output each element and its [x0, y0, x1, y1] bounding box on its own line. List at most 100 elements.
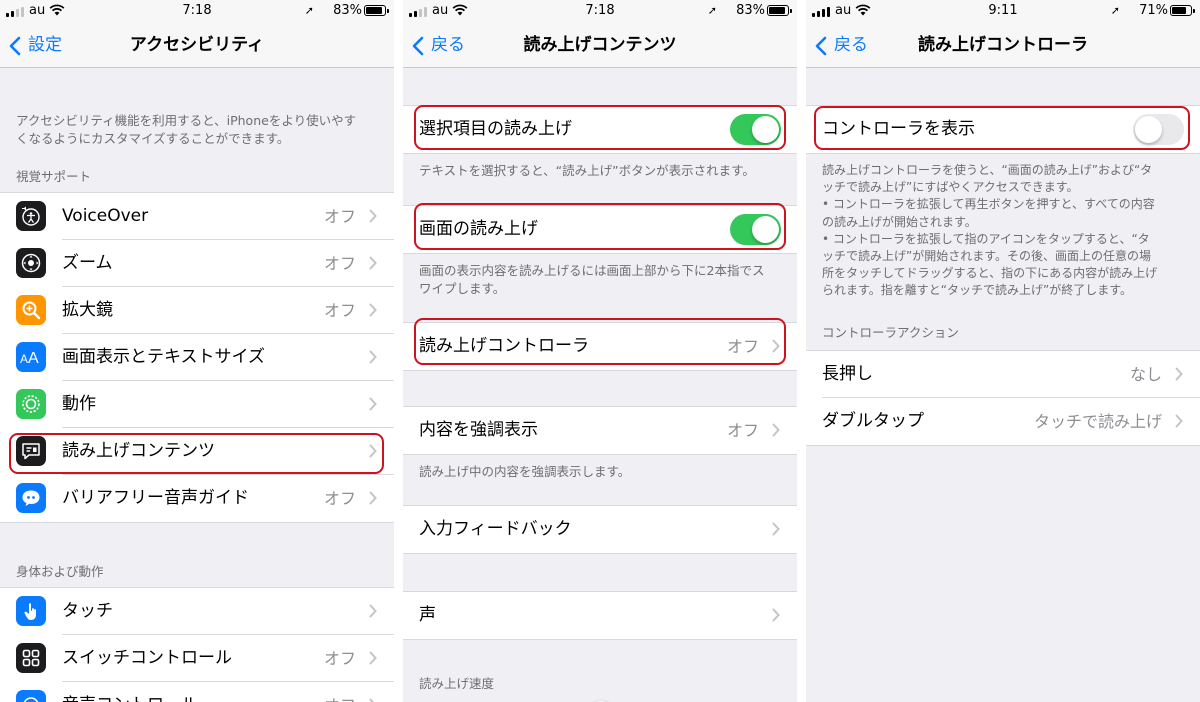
row-label: 声 — [419, 605, 436, 625]
footer-line: 読み上げコントローラを使うと、“画面の読み上げ”および“タ — [822, 163, 1153, 177]
row-long-press[interactable]: 長押し なし — [806, 351, 1200, 398]
chevron-right-icon — [1175, 367, 1183, 381]
svg-text:A: A — [20, 352, 28, 366]
chevron-left-icon — [815, 36, 827, 56]
chevron-right-icon — [369, 397, 377, 411]
show-controller-toggle[interactable] — [1133, 114, 1184, 145]
location-icon: ➚ — [707, 4, 717, 17]
spoken-content-screen: au 7:18 ➚ 83% 戻る 読み上げコンテンツ 選択項目の読み上げ テキス… — [403, 0, 797, 702]
controller-footer: 読み上げコントローラを使うと、“画面の読み上げ”および“タ ッチで読み上げ”にす… — [806, 154, 1200, 324]
row-double-tap[interactable]: ダブルタップ タッチで読み上げ — [806, 398, 1200, 445]
row-label: コントローラを表示 — [822, 119, 975, 139]
speak-selection-footer: テキストを選択すると、“読み上げ”ボタンが表示されます。 — [419, 163, 755, 178]
chevron-right-icon — [369, 350, 377, 364]
row-value: オフ — [726, 421, 759, 440]
back-button[interactable]: 戻る — [814, 33, 868, 57]
row-speech-controller[interactable]: 読み上げコントローラ オフ — [403, 323, 797, 370]
intro-text: アクセシビリティ機能を利用すると、iPhoneをより使いやすくなるようにカスタマ… — [16, 113, 357, 146]
svg-text:A: A — [28, 350, 39, 367]
row-highlight-content[interactable]: 内容を強調表示 オフ — [403, 407, 797, 454]
row-value: オフ — [323, 489, 356, 508]
row-magnifier[interactable]: 拡大鏡 オフ — [0, 287, 394, 334]
chevron-right-icon — [772, 522, 780, 536]
footer-line: の読み上げが開始されます。 — [822, 214, 977, 229]
zoom-icon — [16, 248, 46, 278]
back-label: 戻る — [431, 35, 465, 55]
chevron-right-icon — [772, 608, 780, 622]
navigation-bar: 戻る 読み上げコントローラ — [806, 22, 1200, 68]
battery-icon — [767, 5, 792, 16]
chevron-left-icon — [412, 36, 424, 56]
row-label: スイッチコントロール — [62, 648, 232, 668]
row-value: オフ — [323, 207, 356, 226]
row-typing-feedback[interactable]: 入力フィードバック — [403, 506, 797, 553]
status-bar: au 7:18 ➚ 83% — [403, 0, 797, 22]
row-speak-screen: 画面の読み上げ — [403, 206, 797, 253]
battery-percent: 71% — [1139, 3, 1168, 18]
status-bar: au 9:11 ➚ 71% — [806, 0, 1200, 22]
row-display-text-size[interactable]: AA 画面表示とテキストサイズ — [0, 334, 394, 381]
row-label: タッチ — [62, 601, 113, 621]
chevron-right-icon — [369, 256, 377, 270]
battery-percent: 83% — [736, 3, 765, 18]
row-value: オフ — [726, 337, 759, 356]
row-voice-control[interactable]: 音声コントロール オフ — [0, 682, 394, 702]
navigation-bar: 戻る 読み上げコンテンツ — [403, 22, 797, 68]
navigation-bar: 設定 アクセシビリティ — [0, 22, 394, 68]
section-header-speaking-rate: 読み上げ速度 — [419, 676, 495, 691]
row-voices[interactable]: 声 — [403, 592, 797, 639]
row-value: オフ — [324, 695, 356, 702]
row-label: 画面の読み上げ — [419, 219, 538, 239]
row-label: 読み上げコンテンツ — [62, 441, 215, 461]
highlight-footer: 読み上げ中の内容を強調表示します。 — [419, 464, 631, 479]
back-label: 戻る — [834, 35, 868, 55]
status-bar: au 7:18 ➚ 83% — [0, 0, 394, 22]
row-label: 入力フィードバック — [419, 519, 572, 539]
row-label: 動作 — [62, 394, 96, 414]
footer-line: ッチで読み上げ”が開始されます。その後、画面上の任意の場 — [822, 249, 1152, 264]
chevron-right-icon — [1175, 414, 1183, 428]
row-voiceover[interactable]: VoiceOver オフ — [0, 193, 394, 240]
spoken-content-icon — [16, 436, 46, 466]
footer-line: 所をタッチしてドラッグすると、指の下にある内容が読み上げ — [822, 266, 1158, 281]
magnifier-icon — [16, 295, 46, 325]
chevron-right-icon — [772, 423, 780, 437]
chevron-right-icon — [369, 698, 375, 702]
touch-icon — [16, 596, 46, 626]
speak-selection-toggle[interactable] — [730, 114, 781, 145]
back-label: 設定 — [28, 35, 62, 55]
row-spoken-content[interactable]: 読み上げコンテンツ — [0, 428, 394, 475]
row-audio-descriptions[interactable]: バリアフリー音声ガイド オフ — [0, 475, 394, 522]
section-header-physical: 身体および動作 — [16, 564, 104, 579]
accessibility-screen: au 7:18 ➚ 83% 設定 アクセシビリティ アクセシビリティ機能を利用す… — [0, 0, 394, 702]
motion-icon — [16, 389, 46, 419]
back-button[interactable]: 設定 — [8, 33, 62, 57]
row-motion[interactable]: 動作 — [0, 381, 394, 428]
row-speak-selection: 選択項目の読み上げ — [403, 106, 797, 153]
row-label: 拡大鏡 — [62, 300, 113, 320]
row-label: 音声コントロール — [62, 694, 198, 702]
chevron-left-icon — [9, 36, 21, 56]
voiceover-icon — [16, 201, 46, 231]
switch-control-icon — [16, 643, 46, 673]
text-size-icon: AA — [16, 342, 46, 372]
row-label: バリアフリー音声ガイド — [62, 488, 249, 508]
row-touch[interactable]: タッチ — [0, 588, 394, 635]
speak-screen-toggle[interactable] — [730, 214, 781, 245]
row-value: オフ — [323, 254, 356, 273]
battery-percent: 83% — [333, 3, 362, 18]
row-value: タッチで読み上げ — [1033, 412, 1162, 431]
row-switch-control[interactable]: スイッチコントロール オフ — [0, 635, 394, 682]
row-label: 画面表示とテキストサイズ — [62, 347, 265, 367]
back-button[interactable]: 戻る — [411, 33, 465, 57]
chevron-right-icon — [369, 651, 377, 665]
footer-line: • コントローラを拡張して指のアイコンをタップすると、“タ — [822, 231, 1150, 246]
footer-line: られます。指を離すと“タッチで読み上げ”が終了します。 — [822, 283, 1133, 298]
chevron-right-icon — [369, 604, 377, 618]
row-label: 内容を強調表示 — [419, 420, 538, 440]
row-zoom[interactable]: ズーム オフ — [0, 240, 394, 287]
row-label: ダブルタップ — [822, 411, 924, 431]
speak-screen-footer: 画面の表示内容を読み上げるには画面上部から下に2本指でスワイプします。 — [419, 263, 765, 296]
vision-group: VoiceOver オフ ズーム オフ 拡大鏡 オフ A A 画面表示とテキスト… — [0, 192, 394, 523]
footer-line: ッチで読み上げ”にすばやくアクセスできます。 — [822, 180, 1079, 195]
